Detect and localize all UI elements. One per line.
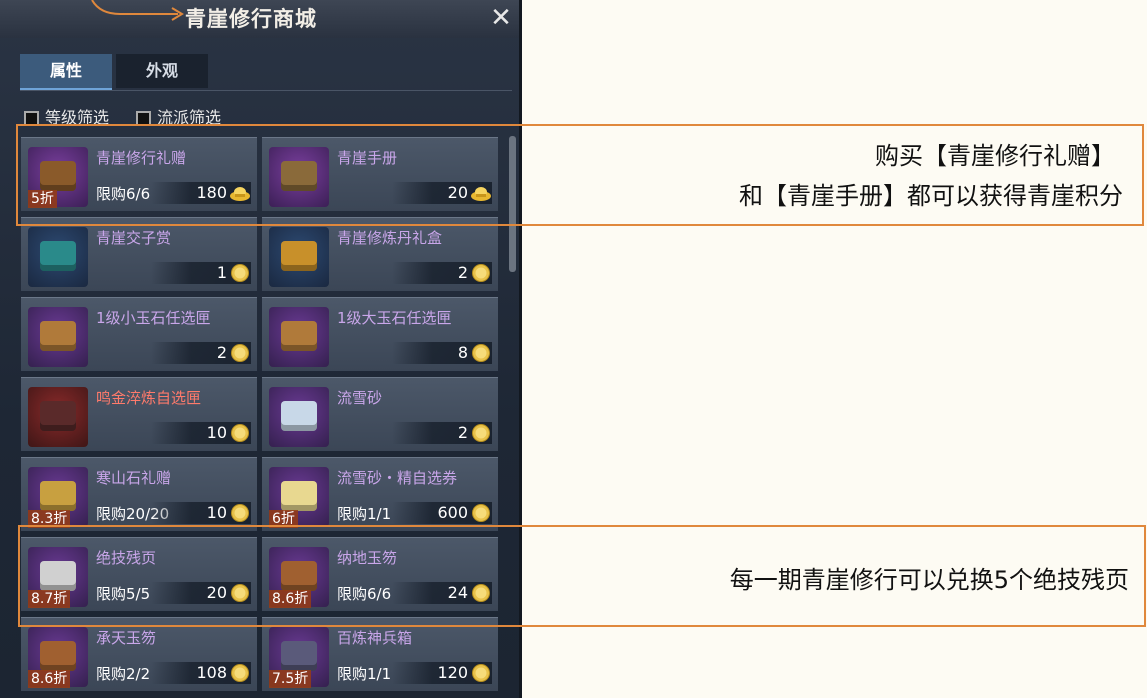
item-name: 1级大玉石任选匣 [337, 309, 452, 327]
shop-item-card[interactable]: 8.6折 承天玉笏限购2/2 108 [21, 617, 257, 691]
item-icon [269, 307, 329, 367]
page-title: 青崖修行商城 [185, 7, 317, 31]
item-price: 1 [216, 263, 227, 282]
arrow-annotation-icon [91, 0, 184, 21]
item-name: 百炼神兵箱 [337, 629, 413, 647]
item-price: 2 [216, 343, 227, 362]
shop-item-card[interactable]: 1级小玉石任选匣 2 [21, 297, 257, 371]
qingya-coin-icon [470, 344, 492, 362]
tab-divider [20, 90, 512, 91]
annotation-text-1: 购买【青崖修行礼赠】 [875, 142, 1115, 170]
shop-item-card[interactable]: 流雪砂 2 [262, 377, 498, 451]
annotation-text-2: 和【青崖手册】都可以获得青崖积分 [739, 182, 1123, 210]
shop-item-card[interactable]: 8.3折 寒山石礼赠 限购20/20 10 [21, 457, 257, 531]
tab-appearance[interactable]: 外观 [116, 54, 208, 88]
qingya-coin-icon [229, 664, 251, 682]
qingya-coin-icon [470, 424, 492, 442]
purchase-limit: 限购1/1 [337, 505, 392, 523]
qingya-coin-icon [229, 264, 251, 282]
item-price: 108 [196, 663, 227, 682]
item-price: 10 [206, 503, 227, 522]
title-bar: 青崖修行商城 ✕ [0, 0, 519, 38]
tab-attributes[interactable]: 属性 [20, 54, 112, 91]
item-name: 流雪砂 [337, 389, 383, 407]
shop-item-card[interactable]: 6折 流雪砂・精自选券 限购1/1 600 [262, 457, 498, 531]
item-icon [28, 307, 88, 367]
discount-badge: 8.6折 [28, 670, 71, 688]
level-filter-checkbox[interactable]: 等级筛选 [24, 104, 109, 127]
item-price: 600 [437, 503, 468, 522]
item-price: 2 [457, 263, 468, 282]
item-name: 1级小玉石任选匣 [96, 309, 211, 327]
item-name: 青崖交子赏 [96, 229, 172, 247]
shop-item-card[interactable]: 鸣金淬炼自选匣 10 [21, 377, 257, 451]
item-name: 鸣金淬炼自选匣 [96, 389, 202, 407]
qingya-coin-icon [229, 504, 251, 522]
shop-item-card[interactable]: 青崖交子赏 1 [21, 217, 257, 291]
qingya-coin-icon [470, 664, 492, 682]
item-price: 8 [457, 343, 468, 362]
item-price: 120 [437, 663, 468, 682]
shop-item-card[interactable]: 7.5折 百炼神兵箱限购1/1 120 [262, 617, 498, 691]
item-name: 青崖修炼丹礼盒 [337, 229, 443, 247]
shop-item-card[interactable]: 青崖修炼丹礼盒 2 [262, 217, 498, 291]
item-name: 承天玉笏 [96, 629, 157, 647]
shop-item-card[interactable]: 1级大玉石任选匣 8 [262, 297, 498, 371]
item-price: 2 [457, 423, 468, 442]
item-name: 寒山石礼赠 [96, 469, 172, 487]
item-icon [28, 387, 88, 447]
close-icon[interactable]: ✕ [489, 4, 513, 32]
annotation-text-3: 每一期青崖修行可以兑换5个绝技残页 [729, 566, 1129, 594]
qingya-coin-icon [229, 424, 251, 442]
item-name: 流雪砂・精自选券 [337, 469, 458, 487]
item-icon [28, 227, 88, 287]
item-price: 10 [206, 423, 227, 442]
discount-badge: 7.5折 [269, 670, 312, 688]
item-icon [269, 227, 329, 287]
qingya-coin-icon [470, 504, 492, 522]
qingya-coin-icon [470, 264, 492, 282]
purchase-limit: 限购2/2 [96, 665, 151, 683]
purchase-limit: 限购1/1 [337, 665, 392, 683]
qingya-coin-icon [229, 344, 251, 362]
item-icon [269, 387, 329, 447]
school-filter-checkbox[interactable]: 流派筛选 [136, 104, 221, 127]
